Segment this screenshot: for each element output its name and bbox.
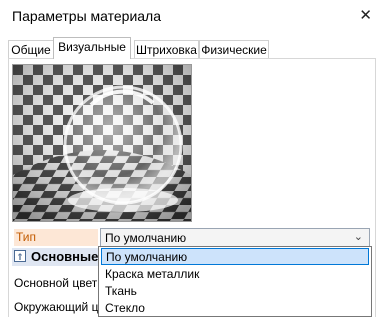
preview-image	[13, 65, 191, 221]
ambient-color-label: Окружающий цв	[14, 300, 105, 314]
material-type-label: Тип материала:	[14, 229, 98, 261]
close-icon[interactable]: ✕	[359, 6, 372, 24]
base-color-label: Основной цвет:	[14, 276, 101, 290]
window-title: Параметры материала	[12, 8, 162, 24]
glass-sphere	[63, 85, 183, 205]
tab-visual[interactable]: Визуальные	[53, 37, 131, 59]
material-type-value: По умолчанию	[105, 231, 187, 245]
option-glass[interactable]: Стекло	[101, 300, 369, 317]
section-header-basic[interactable]: ⇑ Основные	[12, 248, 102, 266]
collapse-icon[interactable]: ⇑	[14, 250, 26, 262]
material-type-select[interactable]: По умолчанию ⌄	[100, 228, 370, 247]
section-title: Основные	[31, 249, 99, 264]
option-default[interactable]: По умолчанию	[101, 248, 369, 265]
material-type-dropdown[interactable]: По умолчанию Краска металлик Ткань Стекл…	[98, 246, 372, 317]
tab-hatching[interactable]: Штриховка	[134, 40, 199, 58]
tab-physical[interactable]: Физические	[199, 40, 269, 58]
material-preview	[12, 64, 192, 222]
option-metallic-paint[interactable]: Краска металлик	[101, 266, 369, 283]
tab-general[interactable]: Общие	[8, 40, 54, 58]
option-fabric[interactable]: Ткань	[101, 283, 369, 300]
chevron-down-icon[interactable]: ⌄	[354, 230, 363, 243]
title-bar: Параметры материала ✕	[0, 0, 384, 30]
